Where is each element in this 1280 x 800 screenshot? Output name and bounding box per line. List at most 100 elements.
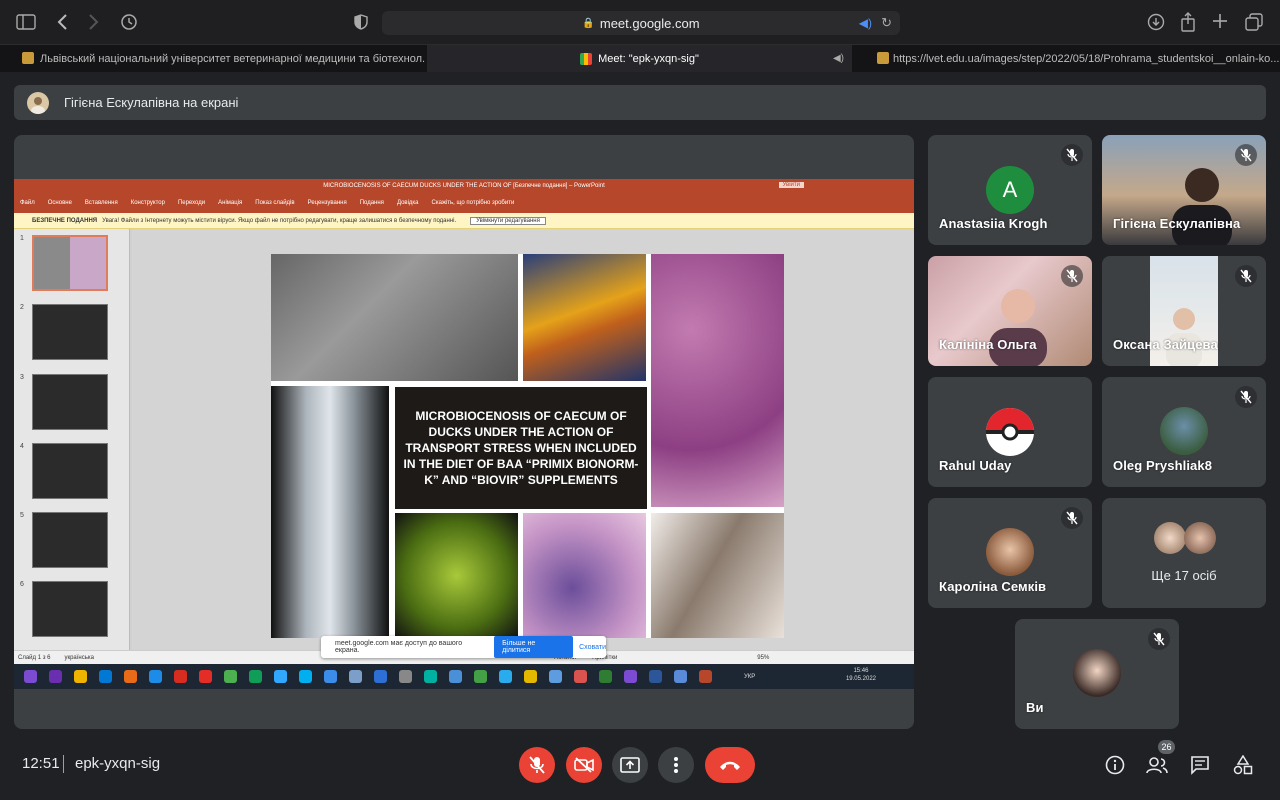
taskbar-app-icon[interactable]	[349, 670, 362, 683]
more-options-button[interactable]	[658, 747, 694, 783]
taskbar-app-icon[interactable]	[74, 670, 87, 683]
participant-tile[interactable]: Калініна Ольга	[928, 256, 1092, 366]
menu-review[interactable]: Рецензування	[308, 200, 347, 206]
participant-initial: A	[1002, 177, 1018, 202]
tab-meet[interactable]: Meet: "epk-yxqn-sig" ◀)	[427, 45, 852, 72]
participant-tile[interactable]: A Anastasiia Krogh	[928, 135, 1092, 245]
tab-overview-icon[interactable]	[1245, 13, 1263, 31]
taskbar-app-icon[interactable]	[424, 670, 437, 683]
taskbar-app-icon[interactable]	[674, 670, 687, 683]
taskbar-app-icon[interactable]	[699, 670, 712, 683]
tell-me-search[interactable]: Скажіть, що потрібно зробити	[432, 200, 515, 206]
taskbar-app-icon[interactable]	[24, 670, 37, 683]
menu-animations[interactable]: Анімація	[218, 200, 242, 206]
more-participants-tile[interactable]: Ще 17 осіб	[1102, 498, 1266, 608]
taskbar-time: 15:46	[853, 668, 869, 674]
taskbar-app-icon[interactable]	[49, 670, 62, 683]
slide-thumbnail[interactable]	[32, 374, 108, 430]
leave-call-button[interactable]	[705, 747, 755, 783]
slide-thumbnail[interactable]	[32, 512, 108, 568]
self-tile[interactable]: Ви	[1015, 619, 1179, 729]
taskbar-app-icon[interactable]	[449, 670, 462, 683]
taskbar-clock: 15:46 19.05.2022	[846, 667, 876, 683]
zoom-level[interactable]: 95%	[757, 655, 769, 661]
taskbar-app-icon[interactable]	[199, 670, 212, 683]
new-tab-icon[interactable]	[1212, 13, 1228, 29]
menu-help[interactable]: Довідка	[397, 200, 419, 206]
share-icon[interactable]	[1180, 12, 1196, 32]
enable-editing-button[interactable]: Увімкнути редагування	[470, 216, 546, 225]
menu-design[interactable]: Конструктор	[131, 200, 165, 206]
reload-icon[interactable]: ↻	[881, 15, 892, 31]
privacy-shield-icon[interactable]	[354, 14, 368, 30]
address-bar[interactable]: 🔒 meet.google.com ◀) ↻	[382, 11, 900, 35]
slide-thumbnail[interactable]	[32, 235, 108, 291]
taskbar-app-icon[interactable]	[224, 670, 237, 683]
taskbar-app-icon[interactable]	[249, 670, 262, 683]
speaker-icon[interactable]: ◀)	[859, 16, 872, 30]
participant-name: Кароліна Семків	[939, 579, 1047, 594]
menu-file[interactable]: Файл	[20, 200, 35, 206]
forward-icon[interactable]	[88, 13, 100, 31]
tab-university[interactable]: Львівський національний університет вете…	[0, 45, 425, 72]
toggle-camera-button[interactable]	[566, 747, 602, 783]
histology-image	[651, 254, 784, 507]
slide-thumbnail[interactable]	[32, 304, 108, 360]
taskbar-app-icon[interactable]	[474, 670, 487, 683]
taskbar-app-icon[interactable]	[574, 670, 587, 683]
taskbar-app-icon[interactable]	[524, 670, 537, 683]
taskbar-app-icon[interactable]	[374, 670, 387, 683]
taskbar-app-icon[interactable]	[624, 670, 637, 683]
menu-insert[interactable]: Вставлення	[85, 200, 118, 206]
participant-tile[interactable]: Оксана Зайцева	[1102, 256, 1266, 366]
slide-editor-area: MICROBIOCENOSIS OF CAECUM OF DUCKS UNDER…	[132, 229, 914, 650]
taskbar-app-icon[interactable]	[299, 670, 312, 683]
stop-sharing-button[interactable]: Більше не ділитися	[494, 636, 574, 658]
tab-label: Meet: "epk-yxqn-sig"	[598, 52, 699, 65]
participant-tile[interactable]: Гігієна Ескулапівна	[1102, 135, 1266, 245]
download-icon[interactable]	[1147, 13, 1165, 31]
taskbar-app-icon[interactable]	[174, 670, 187, 683]
tab-lvet-pdf[interactable]: https://lvet.edu.ua/images/step/2022/05/…	[855, 45, 1280, 72]
taskbar-app-icon[interactable]	[274, 670, 287, 683]
menu-slideshow[interactable]: Показ слайдів	[255, 200, 294, 206]
tab-audio-icon[interactable]: ◀)	[833, 53, 844, 64]
taskbar-app-icon[interactable]	[324, 670, 337, 683]
slide-thumbnail[interactable]	[32, 581, 108, 637]
taskbar-app-icon[interactable]	[99, 670, 112, 683]
hang-up-icon	[720, 761, 740, 770]
keyboard-language[interactable]: УКР	[744, 674, 755, 680]
sidebar-toggle-icon[interactable]	[16, 14, 36, 30]
taskbar-app-icon[interactable]	[549, 670, 562, 683]
powerpoint-title: MICROBIOCENOSIS OF CAECUM DUCKS UNDER TH…	[323, 183, 605, 189]
login-button[interactable]: Увійти	[778, 182, 804, 188]
toggle-microphone-button[interactable]	[519, 747, 555, 783]
taskbar-date: 19.05.2022	[845, 676, 876, 682]
menu-view[interactable]: Подання	[360, 200, 384, 206]
history-icon[interactable]	[120, 13, 138, 31]
activities-icon[interactable]	[1231, 753, 1255, 777]
slide-thumbnail[interactable]	[32, 443, 108, 499]
taskbar-app-icon[interactable]	[399, 670, 412, 683]
meeting-details-icon[interactable]	[1103, 753, 1127, 777]
back-icon[interactable]	[56, 13, 68, 31]
chat-icon[interactable]	[1188, 753, 1212, 777]
hide-notice-button[interactable]: Сховати	[579, 644, 606, 651]
taskbar-app-icon[interactable]	[499, 670, 512, 683]
participant-tile[interactable]: Oleg Pryshliak8	[1102, 377, 1266, 487]
participant-count-badge: 26	[1158, 740, 1175, 754]
participant-tile[interactable]: Кароліна Семків	[928, 498, 1092, 608]
taskbar-app-icon[interactable]	[649, 670, 662, 683]
taskbar-app-icon[interactable]	[149, 670, 162, 683]
people-icon[interactable]	[1145, 753, 1169, 777]
participant-tile[interactable]: Rahul Uday	[928, 377, 1092, 487]
menu-transitions[interactable]: Переходи	[178, 200, 205, 206]
mic-off-icon	[1235, 386, 1257, 408]
taskbar-app-icon[interactable]	[599, 670, 612, 683]
taskbar-app-icon[interactable]	[124, 670, 137, 683]
menu-home[interactable]: Основне	[48, 200, 72, 206]
present-now-button[interactable]	[612, 747, 648, 783]
mic-off-icon	[529, 756, 545, 774]
participant-video-silhouette	[1166, 308, 1202, 366]
xray-image	[271, 386, 389, 638]
